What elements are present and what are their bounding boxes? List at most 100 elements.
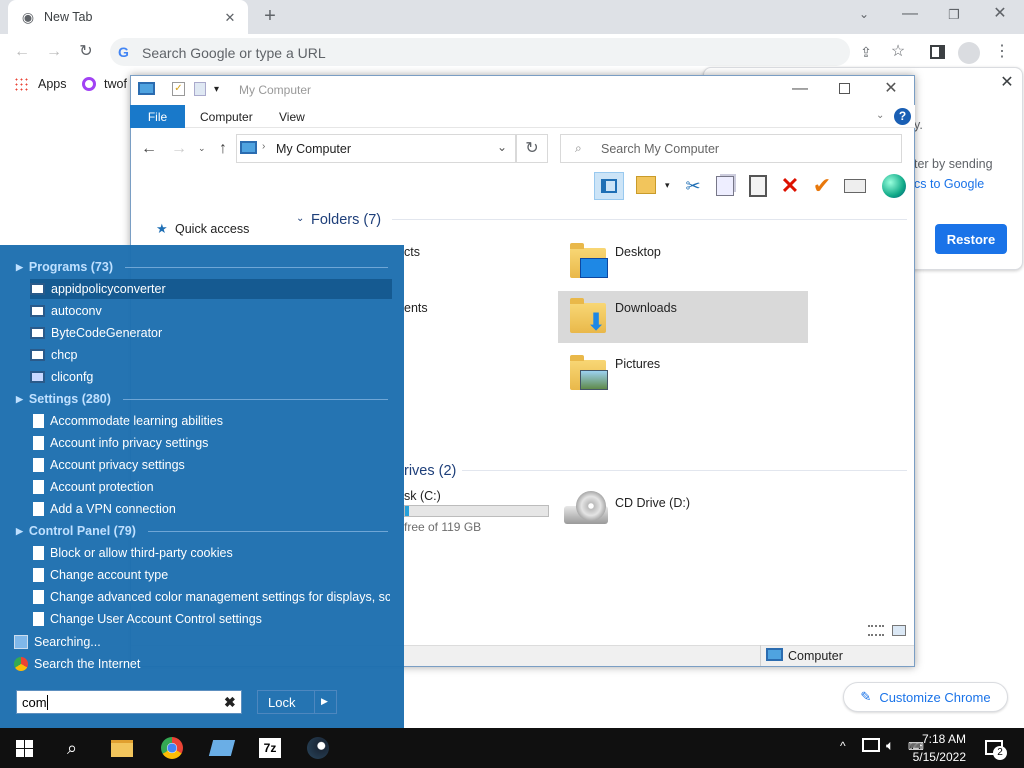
preview-pane-icon[interactable] bbox=[594, 172, 624, 200]
new-folder-dropdown-icon[interactable]: ▾ bbox=[665, 180, 670, 191]
address-bar[interactable]: › My Computer ⌄ bbox=[236, 134, 516, 163]
folder-partial-2[interactable]: ents bbox=[404, 301, 428, 315]
folder-pictures[interactable]: Pictures bbox=[570, 355, 810, 398]
start-windows-icon[interactable] bbox=[4, 728, 44, 768]
map-drive-icon[interactable] bbox=[844, 179, 866, 193]
drive-d[interactable]: CD Drive (D:) bbox=[564, 490, 764, 534]
program-item[interactable]: autoconv bbox=[30, 301, 390, 321]
back-icon[interactable]: ← bbox=[12, 42, 32, 62]
control-item[interactable]: Change advanced color management setting… bbox=[30, 587, 390, 607]
program-item[interactable]: cliconfg bbox=[30, 367, 390, 387]
control-item[interactable]: Change User Account Control settings bbox=[30, 609, 390, 629]
network-globe-icon[interactable] bbox=[882, 174, 906, 198]
ribbon-tab-computer[interactable]: Computer bbox=[200, 110, 253, 124]
cut-icon[interactable]: ✂ bbox=[682, 175, 704, 197]
new-folder-qa-icon[interactable] bbox=[194, 82, 206, 96]
explorer-search-input[interactable]: ⌕ Search My Computer bbox=[560, 134, 902, 163]
explorer-forward-icon[interactable]: → bbox=[170, 140, 188, 158]
settings-item[interactable]: Account info privacy settings bbox=[30, 433, 390, 453]
up-icon[interactable]: ↑ bbox=[214, 140, 232, 158]
reload-icon[interactable]: ↻ bbox=[76, 42, 96, 62]
bookmark-star-icon[interactable]: ☆ bbox=[888, 42, 908, 62]
explorer-back-icon[interactable]: ← bbox=[140, 140, 158, 158]
program-item[interactable]: ByteCodeGenerator bbox=[30, 323, 390, 343]
clock-time[interactable]: 7:18 AM bbox=[916, 732, 966, 746]
minimize-icon[interactable]: — bbox=[900, 4, 920, 24]
settings-item[interactable]: Account protection bbox=[30, 477, 390, 497]
drives-header: rives (2) bbox=[404, 463, 457, 479]
folder-desktop[interactable]: Desktop bbox=[570, 243, 810, 286]
bookmark-twof[interactable]: twof bbox=[104, 77, 127, 91]
app-taskbar-icon[interactable] bbox=[202, 728, 242, 768]
lock-arrow-icon[interactable]: ▶ bbox=[321, 696, 328, 707]
notice-close-icon[interactable]: ✕ bbox=[998, 74, 1016, 92]
folders-header: Folders (7) bbox=[311, 212, 382, 228]
side-panel-icon[interactable] bbox=[930, 45, 945, 59]
control-item[interactable]: Block or allow third-party cookies bbox=[30, 543, 390, 563]
file-explorer-icon[interactable] bbox=[102, 728, 142, 768]
details-view-icon[interactable] bbox=[868, 625, 884, 636]
folders-collapse-icon[interactable]: ⌄ bbox=[296, 213, 304, 224]
download-arrow-icon: ⬇ bbox=[586, 309, 607, 336]
7zip-icon[interactable]: 7z bbox=[250, 728, 290, 768]
forward-icon[interactable]: → bbox=[44, 42, 64, 62]
copy-icon[interactable] bbox=[716, 176, 734, 196]
chrome-icon bbox=[14, 657, 28, 671]
tray-chevron-icon[interactable]: ^ bbox=[840, 739, 846, 753]
control-panel-header[interactable]: ▶ Control Panel (79) bbox=[16, 521, 388, 541]
profile-avatar-icon[interactable] bbox=[958, 42, 980, 64]
restore-button[interactable]: Restore bbox=[935, 224, 1007, 254]
program-item[interactable]: chcp bbox=[30, 345, 390, 365]
explorer-close-icon[interactable]: ✕ bbox=[881, 80, 901, 98]
tab-new-tab[interactable]: ◉ New Tab ✕ bbox=[8, 0, 248, 34]
explorer-minimize-icon[interactable]: — bbox=[790, 80, 810, 98]
new-folder-icon[interactable] bbox=[636, 176, 656, 194]
customize-chrome-button[interactable]: ✎ Customize Chrome bbox=[843, 682, 1008, 712]
close-window-icon[interactable]: ✕ bbox=[990, 4, 1010, 24]
control-item[interactable]: Change account type bbox=[30, 565, 390, 585]
chrome-taskbar-icon[interactable] bbox=[152, 728, 192, 768]
volume-icon[interactable]: 🔈︎ bbox=[886, 737, 894, 754]
help-icon[interactable]: ? bbox=[894, 108, 911, 125]
settings-header[interactable]: ▶ Settings (280) bbox=[16, 389, 388, 409]
omnibox[interactable]: G Search Google or type a URL bbox=[110, 38, 850, 66]
close-icon[interactable]: ✕ bbox=[222, 9, 238, 25]
ribbon-tab-view[interactable]: View bbox=[279, 110, 305, 124]
rename-check-icon[interactable]: ✔ bbox=[810, 174, 834, 198]
clock-date[interactable]: 5/15/2022 bbox=[906, 750, 966, 764]
settings-item[interactable]: Account privacy settings bbox=[30, 455, 390, 475]
ribbon-expand-icon[interactable]: ⌄ bbox=[876, 110, 884, 121]
settings-item[interactable]: Accommodate learning abilities bbox=[30, 411, 390, 431]
address-text: My Computer bbox=[276, 142, 352, 156]
explorer-maximize-icon[interactable] bbox=[839, 83, 850, 94]
new-tab-plus-icon[interactable]: + bbox=[260, 6, 280, 26]
network-icon[interactable] bbox=[862, 738, 880, 752]
refresh-icon[interactable]: ↻ bbox=[516, 134, 548, 163]
address-dropdown-icon[interactable]: ⌄ bbox=[497, 140, 507, 154]
share-icon[interactable]: ⇪ bbox=[856, 42, 876, 62]
folder-partial-1[interactable]: cts bbox=[404, 245, 420, 259]
start-search-input[interactable]: com ✖ bbox=[16, 690, 242, 714]
delete-icon[interactable]: ✕ bbox=[778, 174, 802, 198]
lock-button[interactable]: Lock ▶ bbox=[257, 690, 337, 714]
paste-icon[interactable] bbox=[749, 175, 767, 197]
taskbar-search-icon[interactable]: ⌕ bbox=[52, 728, 92, 768]
folder-downloads[interactable]: ⬇ Downloads bbox=[558, 291, 808, 343]
clear-search-icon[interactable]: ✖ bbox=[224, 694, 236, 711]
recent-locations-icon[interactable]: ⌄ bbox=[198, 143, 206, 154]
program-item[interactable]: appidpolicyconverter bbox=[30, 279, 392, 299]
restore-window-icon[interactable]: ❐ bbox=[944, 4, 964, 24]
search-internet-item[interactable]: Search the Internet bbox=[14, 654, 374, 674]
properties-icon[interactable]: ✓ bbox=[172, 82, 185, 96]
chevron-down-icon[interactable]: ⌄ bbox=[854, 4, 874, 24]
large-icons-view-icon[interactable] bbox=[892, 625, 906, 636]
qa-dropdown-icon[interactable]: ▾ bbox=[214, 84, 219, 95]
programs-header[interactable]: ▶ Programs (73) bbox=[16, 257, 388, 277]
settings-item[interactable]: Add a VPN connection bbox=[30, 499, 390, 519]
bookmark-apps[interactable]: Apps bbox=[38, 77, 67, 91]
ribbon-tab-file[interactable]: File bbox=[130, 105, 185, 128]
more-menu-icon[interactable]: ⋮ bbox=[992, 42, 1012, 62]
quick-access[interactable]: Quick access bbox=[175, 222, 249, 236]
steam-icon[interactable] bbox=[298, 728, 338, 768]
drive-c-label[interactable]: sk (C:) bbox=[404, 489, 441, 503]
